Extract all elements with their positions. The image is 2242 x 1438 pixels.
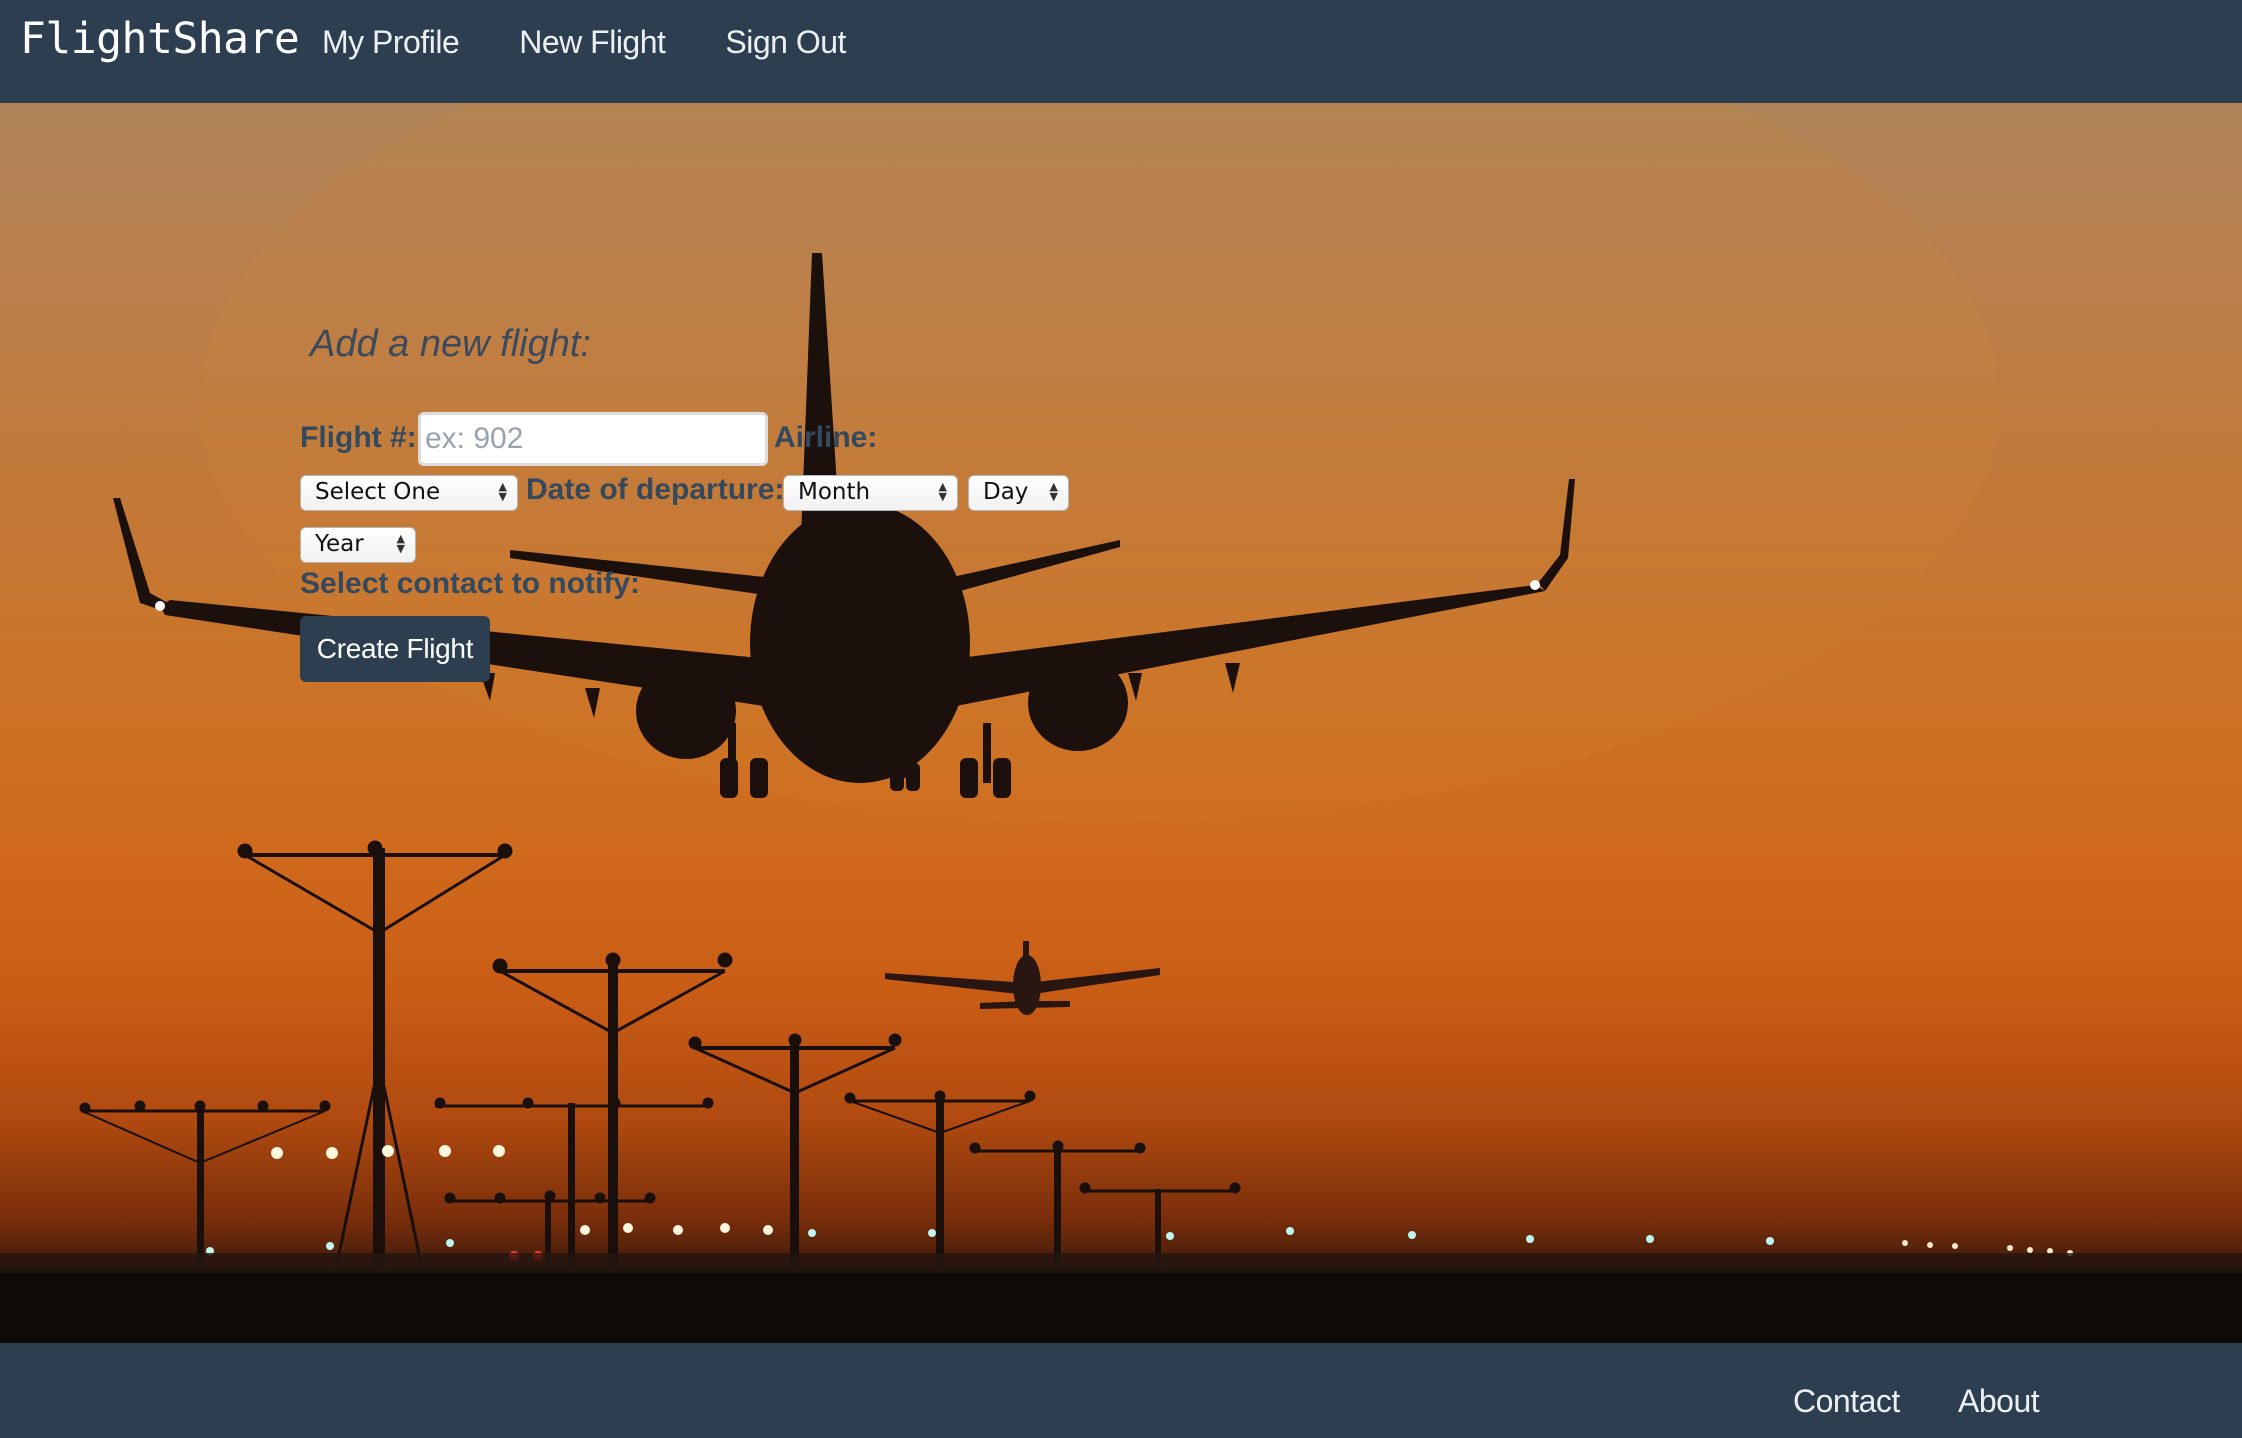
contact-notify-label: Select contact to notify: [300, 567, 641, 600]
footer: Contact About [0, 1343, 2242, 1438]
month-select-value: Month [798, 479, 871, 505]
footer-link-about[interactable]: About [1958, 1383, 2040, 1420]
day-select[interactable]: Day ▲ ▼ [968, 475, 1069, 511]
sunset-runway-image [0, 103, 2242, 1343]
select-arrows-icon: ▲ ▼ [1049, 480, 1058, 503]
date-of-departure-label: Date of departure: [526, 473, 785, 506]
create-flight-button[interactable]: Create Flight [300, 616, 490, 682]
select-arrows-icon: ▲ ▼ [396, 532, 405, 555]
airline-label: Airline: [774, 421, 878, 454]
flight-number-input[interactable] [418, 412, 768, 466]
month-select[interactable]: Month ▲ ▼ [783, 475, 958, 511]
airline-select[interactable]: Select One ▲ ▼ [300, 475, 518, 511]
nav-links: My Profile New Flight Sign Out [322, 24, 906, 61]
brand-logo[interactable]: FlightShare [20, 14, 300, 64]
nav-link-new-flight[interactable]: New Flight [519, 24, 666, 61]
footer-link-contact[interactable]: Contact [1793, 1383, 1900, 1420]
select-arrows-icon: ▲ ▼ [938, 480, 947, 503]
airline-select-value: Select One [315, 479, 441, 505]
year-select[interactable]: Year ▲ ▼ [300, 527, 416, 563]
day-select-value: Day [983, 479, 1029, 505]
year-select-value: Year [315, 531, 364, 557]
hero-background: Add a new flight: Flight #: Airline: Sel… [0, 103, 2242, 1343]
select-arrows-icon: ▲ ▼ [498, 480, 507, 503]
flight-number-label: Flight #: [300, 421, 417, 454]
form-title: Add a new flight: [310, 323, 591, 365]
top-navbar: FlightShare My Profile New Flight Sign O… [0, 0, 2242, 103]
nav-link-sign-out[interactable]: Sign Out [725, 24, 846, 61]
nav-link-my-profile[interactable]: My Profile [322, 24, 460, 61]
